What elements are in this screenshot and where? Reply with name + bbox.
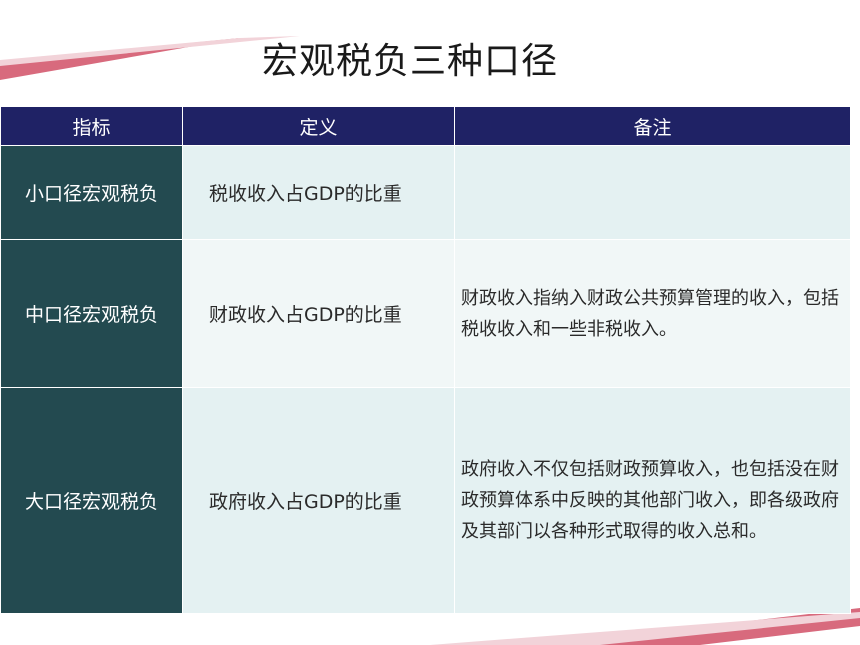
column-header-indicator: 指标 — [0, 106, 183, 146]
note-cell: 财政收入指纳入财政公共预算管理的收入，包括税收收入和一些非税收入。 — [454, 239, 851, 388]
note-cell: 政府收入不仅包括财政预算收入，也包括没在财政预算体系中反映的其他部门收入，即各级… — [454, 387, 851, 614]
table-row: 中口径宏观税负 财政收入占GDP的比重 财政收入指纳入财政公共预算管理的收入，包… — [0, 239, 851, 388]
column-header-note: 备注 — [454, 106, 851, 146]
column-header-definition: 定义 — [182, 106, 455, 146]
definition-cell: 财政收入占GDP的比重 — [182, 239, 455, 388]
definition-cell: 税收收入占GDP的比重 — [182, 145, 455, 240]
tax-burden-table: 指标 定义 备注 小口径宏观税负 税收收入占GDP的比重 中口径宏观税负 财政收… — [0, 106, 851, 614]
table-row: 大口径宏观税负 政府收入占GDP的比重 政府收入不仅包括财政预算收入，也包括没在… — [0, 387, 851, 614]
definition-cell: 政府收入占GDP的比重 — [182, 387, 455, 614]
indicator-cell: 小口径宏观税负 — [0, 145, 183, 240]
indicator-cell: 中口径宏观税负 — [0, 239, 183, 388]
page-title: 宏观税负三种口径 — [261, 41, 558, 82]
table-row: 小口径宏观税负 税收收入占GDP的比重 — [0, 145, 851, 240]
indicator-cell: 大口径宏观税负 — [0, 387, 183, 614]
table-header-row: 指标 定义 备注 — [0, 106, 851, 146]
note-cell — [454, 145, 851, 240]
